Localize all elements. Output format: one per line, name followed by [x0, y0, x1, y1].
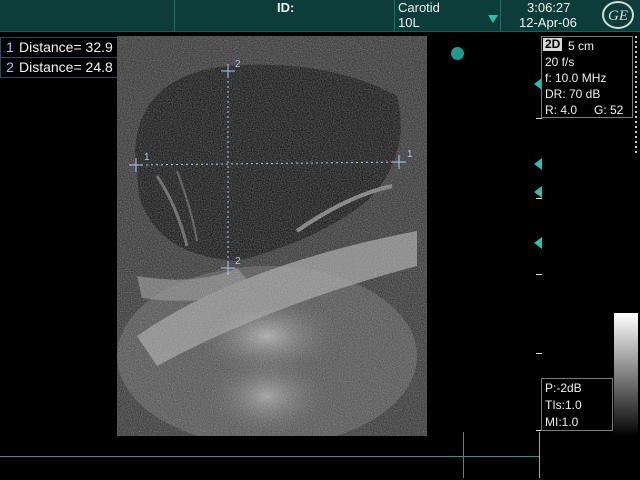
patient-id-label: ID:: [277, 0, 295, 15]
clock-time: 3:06:27: [527, 0, 571, 15]
dynamic-range: DR: 70 dB: [545, 87, 601, 101]
measurement-label: Distance=: [19, 39, 82, 55]
preset-selector[interactable]: Carotid 10L: [394, 0, 501, 31]
top-header-bar: ID: Carotid 10L 3:06:27 12-Apr-06 GE: [0, 0, 640, 32]
depth-value: 5 cm: [568, 39, 595, 53]
grayscale-bar: [614, 313, 638, 437]
caliper-label-h1: 1: [144, 152, 150, 163]
exam-date: 12-Apr-06: [519, 15, 577, 30]
ultrasound-image[interactable]: 1 1 2 2: [117, 36, 427, 436]
timeline-end-marker: [539, 432, 540, 478]
datetime-panel: 3:06:27 12-Apr-06: [500, 0, 601, 31]
rejection-value: R: 4.0: [545, 103, 578, 117]
frame-indicator: [633, 36, 638, 156]
power-db: P:-2dB: [545, 381, 582, 395]
focus-marker-icon[interactable]: [534, 237, 542, 249]
preset-name: Carotid: [398, 0, 440, 15]
timeline-bar: [0, 456, 540, 457]
caliper-label-v2: 2: [235, 256, 241, 267]
gain-value: G: 52: [594, 103, 624, 117]
timeline-cursor[interactable]: [463, 432, 464, 478]
measurement-label: Distance=: [19, 59, 82, 75]
frequency: f: 10.0 MHz: [545, 71, 607, 85]
focus-marker-icon[interactable]: [534, 158, 542, 170]
caliper-label-h2: 1: [407, 149, 413, 160]
measurement-index: 1: [6, 39, 14, 55]
imaging-parameters-panel: 2D 5 cm 20 f/s f: 10.0 MHz DR: 70 dB R: …: [541, 36, 633, 118]
orientation-marker-icon: [451, 47, 464, 60]
frame-rate: 20 f/s: [545, 55, 575, 69]
mode-badge: 2D: [543, 37, 563, 51]
triangle-down-icon[interactable]: [488, 15, 498, 23]
ultrasound-render: 1 1 2 2: [117, 36, 427, 436]
patient-id-field[interactable]: ID:: [174, 0, 395, 31]
probe-name: 10L: [398, 15, 420, 30]
caliper-label-v1: 2: [235, 59, 241, 70]
measurement-index: 2: [6, 59, 14, 75]
focus-marker-icon[interactable]: [534, 186, 542, 198]
mechanical-index: MI:1.0: [545, 415, 579, 429]
ge-logo-icon: GE: [602, 1, 634, 29]
thermal-index: TIs:1.0: [545, 398, 582, 412]
acoustic-output-panel: P:-2dB TIs:1.0 MI:1.0: [541, 378, 613, 431]
